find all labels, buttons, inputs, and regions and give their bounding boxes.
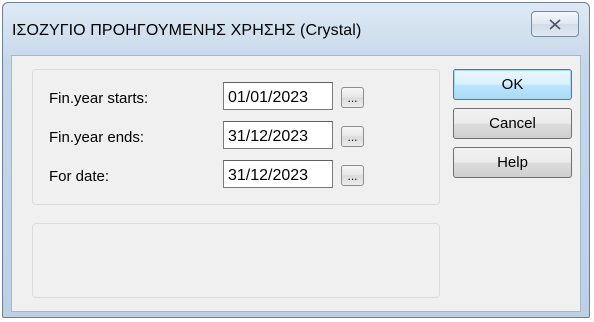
dialog-client-area: Fin.year starts: ... Fin.year ends: ... … <box>11 55 581 312</box>
fin-year-ends-label: Fin.year ends: <box>49 129 145 146</box>
row-fin-year-starts: Fin.year starts: ... <box>33 80 439 112</box>
row-fin-year-ends: Fin.year ends: ... <box>33 119 439 151</box>
close-x-icon <box>549 18 561 30</box>
dialog-window: ΙΣΟΖΥΓΙΟ ΠΡΟΗΓΟΥΜΕΝΗΣ ΧΡΗΣΗΣ (Crystal) F… <box>2 2 590 318</box>
row-for-date: For date: ... <box>33 158 439 190</box>
title-bar[interactable]: ΙΣΟΖΥΓΙΟ ΠΡΟΗΓΟΥΜΕΝΗΣ ΧΡΗΣΗΣ (Crystal) <box>3 3 589 51</box>
fin-year-ends-input[interactable] <box>223 121 333 149</box>
ok-button-label: OK <box>501 76 524 93</box>
for-date-label: For date: <box>49 168 110 185</box>
date-parameters-group: Fin.year starts: ... Fin.year ends: ... … <box>32 69 440 205</box>
for-date-input[interactable] <box>223 160 333 188</box>
fin-year-starts-input[interactable] <box>223 82 333 110</box>
help-button[interactable]: Help <box>453 147 572 178</box>
close-button[interactable] <box>531 11 579 37</box>
fin-year-starts-browse-button[interactable]: ... <box>341 87 364 108</box>
cancel-button[interactable]: Cancel <box>453 108 572 139</box>
fin-year-starts-label: Fin.year starts: <box>49 90 149 107</box>
ok-button[interactable]: OK <box>453 69 572 100</box>
window-title: ΙΣΟΖΥΓΙΟ ΠΡΟΗΓΟΥΜΕΝΗΣ ΧΡΗΣΗΣ (Crystal) <box>12 22 362 39</box>
cancel-button-label: Cancel <box>489 115 536 132</box>
help-button-label: Help <box>497 154 528 171</box>
fin-year-ends-browse-button[interactable]: ... <box>341 126 364 147</box>
for-date-browse-button[interactable]: ... <box>341 165 364 186</box>
empty-info-panel <box>32 223 440 298</box>
